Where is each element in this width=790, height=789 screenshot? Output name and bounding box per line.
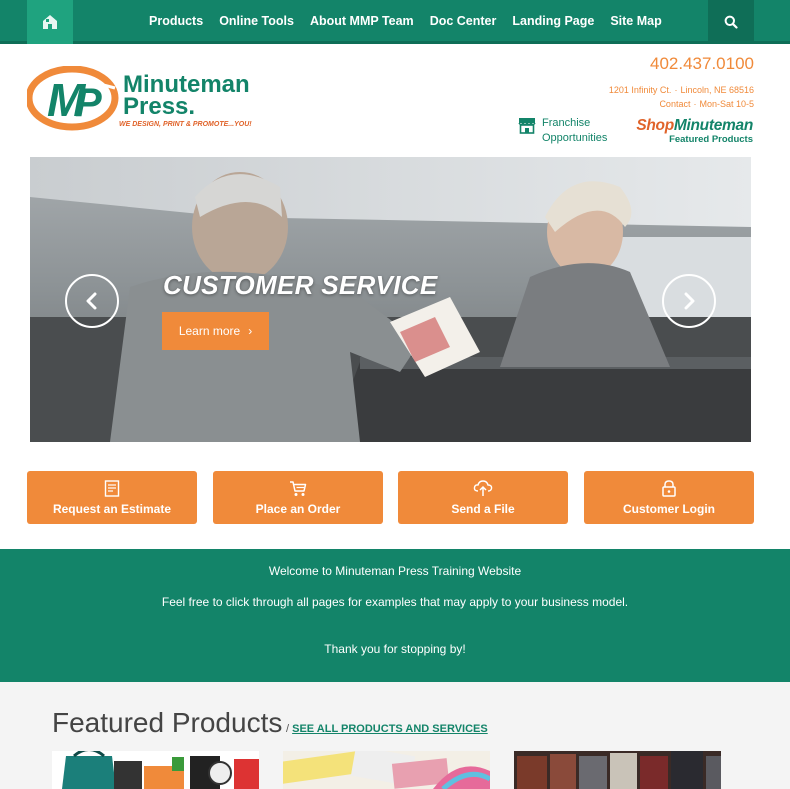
chevron-right-icon: › bbox=[248, 324, 253, 338]
street-address: 1201 Infinity Ct. bbox=[608, 85, 672, 95]
document-icon bbox=[104, 480, 120, 497]
site-logo[interactable]: M P Minuteman Press. WE DESIGN, PRINT & … bbox=[25, 65, 267, 132]
welcome-banner: Welcome to Minuteman Press Training Webs… bbox=[0, 549, 790, 682]
home-button[interactable] bbox=[27, 0, 73, 44]
city-address: Lincoln, NE 68516 bbox=[680, 85, 754, 95]
welcome-thanks: Thank you for stopping by! bbox=[324, 642, 466, 656]
send-file-button[interactable]: Send a File bbox=[398, 471, 568, 524]
quick-actions: Request an Estimate Place an Order Send … bbox=[27, 471, 754, 524]
welcome-text: Feel free to click through all pages for… bbox=[161, 595, 629, 609]
learn-more-button[interactable]: Learn more › bbox=[162, 312, 269, 350]
welcome-heading: Welcome to Minuteman Press Training Webs… bbox=[268, 564, 522, 578]
shop-minuteman-link[interactable]: ShopMinuteman Featured Products bbox=[625, 117, 753, 145]
place-order-button[interactable]: Place an Order bbox=[213, 471, 383, 524]
svg-text:P: P bbox=[75, 81, 102, 125]
contact-info: 1201 Infinity Ct. · Lincoln, NE 68516 Cont… bbox=[608, 85, 754, 109]
shopping-cart-icon bbox=[290, 481, 307, 496]
featured-product-thumbnail[interactable] bbox=[283, 751, 490, 789]
request-estimate-button[interactable]: Request an Estimate bbox=[27, 471, 197, 524]
carousel-prev-button[interactable] bbox=[65, 274, 119, 328]
phone-number[interactable]: 402.437.0100 bbox=[650, 54, 754, 74]
chevron-right-icon bbox=[684, 292, 695, 310]
lock-icon bbox=[662, 480, 676, 497]
hero-carousel: CUSTOMER SERVICE Learn more › bbox=[30, 157, 751, 442]
minuteman-press-logo: M P Minuteman Press. WE DESIGN, PRINT & … bbox=[25, 65, 252, 131]
franchise-label-line1: Franchise bbox=[542, 117, 591, 129]
raffle-tickets-image bbox=[283, 751, 490, 789]
home-icon bbox=[43, 15, 57, 29]
customer-login-label: Customer Login bbox=[623, 502, 715, 516]
svg-text:Press.: Press. bbox=[123, 93, 195, 120]
see-all-products-link[interactable]: SEE ALL PRODUCTS AND SERVICES bbox=[292, 723, 488, 735]
featured-products-heading: Featured Products bbox=[52, 707, 283, 738]
svg-text:WE DESIGN, PRINT & PROMOTE...Y: WE DESIGN, PRINT & PROMOTE...YOU! bbox=[119, 121, 252, 128]
chevron-left-icon bbox=[86, 292, 97, 310]
cloud-upload-icon bbox=[473, 480, 493, 496]
learn-more-label: Learn more bbox=[178, 324, 241, 338]
nav-about-team[interactable]: About MMP Team bbox=[302, 14, 422, 28]
nav-products[interactable]: Products bbox=[141, 14, 211, 28]
carousel-next-button[interactable] bbox=[662, 274, 716, 328]
nav-site-map[interactable]: Site Map bbox=[602, 14, 669, 28]
search-icon bbox=[724, 15, 738, 29]
contact-link[interactable]: Contact bbox=[659, 99, 690, 109]
hero-slide-title: CUSTOMER SERVICE bbox=[163, 270, 438, 300]
shop-minuteman-logo: ShopMinuteman bbox=[636, 117, 753, 134]
franchise-link[interactable]: Franchise Opportunities bbox=[518, 116, 607, 146]
mailboxes-image bbox=[514, 751, 721, 789]
franchise-label-line2: Opportunities bbox=[542, 132, 608, 144]
place-order-label: Place an Order bbox=[255, 502, 341, 516]
business-hours: Mon-Sat 10-5 bbox=[699, 99, 754, 109]
featured-product-thumbnail[interactable] bbox=[514, 751, 721, 789]
promotional-bags-image bbox=[52, 751, 259, 789]
nav-landing-page[interactable]: Landing Page bbox=[504, 14, 602, 28]
customer-login-button[interactable]: Customer Login bbox=[584, 471, 754, 524]
storefront-icon bbox=[518, 118, 536, 134]
featured-links: / SEE ALL PRODUCTS AND SERVICES bbox=[286, 723, 488, 735]
featured-product-thumbnail[interactable] bbox=[52, 751, 259, 789]
search-button[interactable] bbox=[708, 0, 754, 44]
nav-doc-center[interactable]: Doc Center bbox=[422, 14, 505, 28]
nav-online-tools[interactable]: Online Tools bbox=[211, 14, 302, 28]
main-menu: Products Online Tools About MMP Team Doc… bbox=[141, 0, 670, 42]
send-file-label: Send a File bbox=[451, 502, 515, 516]
request-estimate-label: Request an Estimate bbox=[52, 502, 172, 516]
link-separator: / bbox=[286, 723, 290, 735]
top-nav: Products Online Tools About MMP Team Doc… bbox=[0, 0, 790, 44]
featured-products-caption: Featured Products bbox=[669, 134, 753, 145]
